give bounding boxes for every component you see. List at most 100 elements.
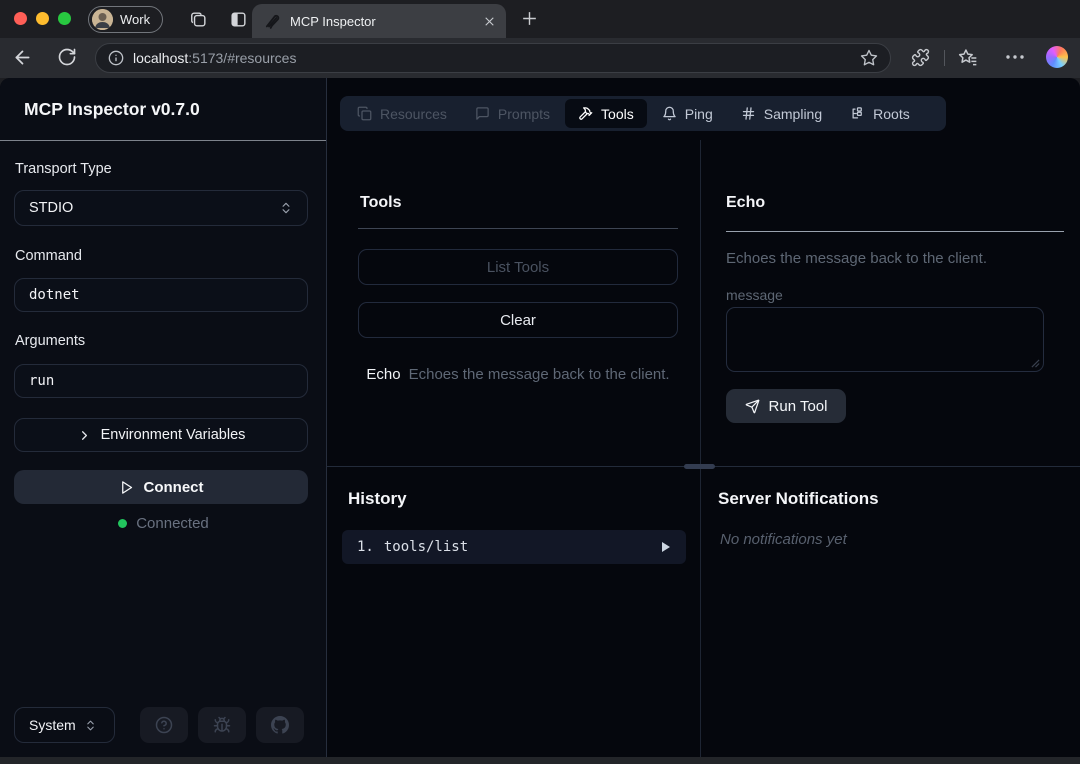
command-value: dotnet [29, 287, 80, 303]
environment-variables-button[interactable]: Environment Variables [14, 418, 308, 452]
extensions-icon[interactable] [911, 48, 930, 67]
arguments-input[interactable]: run [14, 364, 308, 398]
theme-select[interactable]: System [14, 707, 115, 743]
app-title: MCP Inspector v0.7.0 [24, 99, 200, 119]
connection-status: Connected [0, 515, 327, 532]
tab-label: Ping [684, 105, 713, 122]
list-tree-icon [850, 106, 865, 121]
refresh-icon[interactable] [57, 47, 77, 67]
status-dot [118, 519, 128, 528]
profile-label: Work [120, 12, 151, 27]
tab-label: Tools [601, 105, 634, 122]
echo-panel-divider [726, 231, 1064, 232]
history-item-index: 1. [357, 539, 374, 555]
arguments-label: Arguments [15, 333, 86, 349]
server-notifications-title: Server Notifications [718, 489, 879, 508]
echo-description: Echoes the message back to the client. [726, 250, 987, 267]
browser-titlebar: Work MCP Inspector [0, 0, 1080, 38]
history-item-method: tools/list [383, 539, 469, 555]
tools-panel-title: Tools [360, 194, 402, 211]
window-bottom-edge [0, 757, 1080, 764]
zoom-window-button[interactable] [58, 12, 71, 25]
clear-label: Clear [500, 311, 536, 329]
section-tabs: Resources Prompts Tools Ping Sampling Ro… [340, 96, 946, 131]
environment-variables-label: Environment Variables [100, 427, 246, 443]
hammer-icon [578, 106, 593, 121]
message-textarea[interactable] [726, 307, 1044, 372]
tab-label: Resources [380, 105, 447, 122]
mcp-logo-icon [264, 13, 281, 30]
tab-sampling[interactable]: Sampling [728, 99, 835, 128]
transport-type-value: STDIO [29, 200, 74, 216]
connect-label: Connect [143, 478, 204, 496]
url-path: :5173/#resources [188, 50, 297, 66]
minimize-window-button[interactable] [36, 12, 49, 25]
tab-resources[interactable]: Resources [344, 99, 460, 128]
resize-grip-icon[interactable] [1031, 359, 1040, 368]
transport-type-label: Transport Type [15, 161, 112, 177]
browser-tab[interactable]: MCP Inspector [252, 4, 506, 38]
mcp-inspector-page: MCP Inspector v0.7.0 Transport Type STDI… [0, 78, 1080, 757]
theme-value: System [29, 717, 76, 733]
new-tab-icon[interactable] [520, 9, 539, 28]
send-icon [745, 399, 760, 414]
history-title: History [348, 489, 407, 508]
chevrons-up-down-icon [279, 201, 293, 215]
copy-icon [357, 106, 372, 121]
tab-prompts[interactable]: Prompts [462, 99, 563, 128]
arguments-value: run [29, 373, 55, 389]
info-icon[interactable] [108, 50, 124, 66]
browser-toolbar: localhost:5173/#resources [0, 38, 1080, 78]
tab-label: Sampling [763, 105, 823, 122]
transport-type-select[interactable]: STDIO [14, 190, 308, 226]
tool-description: Echoes the message back to the client. [408, 366, 670, 383]
command-input[interactable]: dotnet [14, 278, 308, 312]
github-button[interactable] [256, 707, 304, 743]
split-drag-handle[interactable] [684, 464, 715, 469]
bell-icon [662, 106, 677, 121]
close-tab-icon[interactable] [483, 15, 496, 28]
chevron-right-icon [77, 428, 92, 443]
list-tools-label: List Tools [486, 258, 550, 276]
history-item[interactable]: 1. tools/list [342, 530, 686, 564]
sidebar-footer: System [14, 707, 314, 743]
back-icon[interactable] [12, 47, 33, 68]
hash-icon [741, 106, 756, 121]
favorites-icon[interactable] [958, 48, 978, 68]
run-tool-button[interactable]: Run Tool [726, 389, 846, 423]
tab-tools[interactable]: Tools [565, 99, 647, 128]
tab-ping[interactable]: Ping [649, 99, 726, 128]
tab-roots[interactable]: Roots [837, 99, 923, 128]
browser-profile-button[interactable]: Work [88, 6, 164, 33]
ellipsis-icon[interactable] [1005, 54, 1025, 60]
workspaces-icon[interactable] [189, 10, 208, 29]
copilot-icon[interactable] [1046, 46, 1068, 68]
avatar [92, 9, 113, 30]
address-bar[interactable]: localhost:5173/#resources [95, 43, 891, 73]
sidebar-toggle-icon[interactable] [229, 10, 248, 29]
tab-label: Roots [873, 105, 910, 122]
sidebar-divider [0, 140, 326, 141]
status-text: Connected [136, 515, 209, 532]
tab-title: MCP Inspector [290, 13, 376, 29]
clear-button[interactable]: Clear [358, 302, 678, 338]
notifications-empty-text: No notifications yet [720, 531, 847, 548]
connect-button[interactable]: Connect [14, 470, 308, 504]
url-host: localhost [133, 50, 189, 66]
message-square-icon [475, 106, 490, 121]
chevrons-up-down-icon [84, 719, 97, 732]
help-button[interactable] [140, 707, 188, 743]
play-icon [119, 480, 134, 495]
expand-arrow-icon[interactable] [661, 542, 671, 552]
bug-button[interactable] [198, 707, 246, 743]
tool-list-item-echo[interactable]: Echo Echoes the message back to the clie… [358, 366, 678, 383]
echo-panel-title: Echo [726, 194, 766, 211]
browser-window: Work MCP Inspector localhost:5173/#reso… [0, 0, 1080, 764]
tab-label: Prompts [497, 105, 551, 122]
bookmark-star-icon[interactable] [860, 49, 878, 67]
message-field-label: message [726, 287, 783, 303]
command-label: Command [15, 248, 82, 264]
close-window-button[interactable] [14, 12, 27, 25]
sidebar: MCP Inspector v0.7.0 Transport Type STDI… [0, 78, 327, 757]
list-tools-button[interactable]: List Tools [358, 249, 678, 285]
